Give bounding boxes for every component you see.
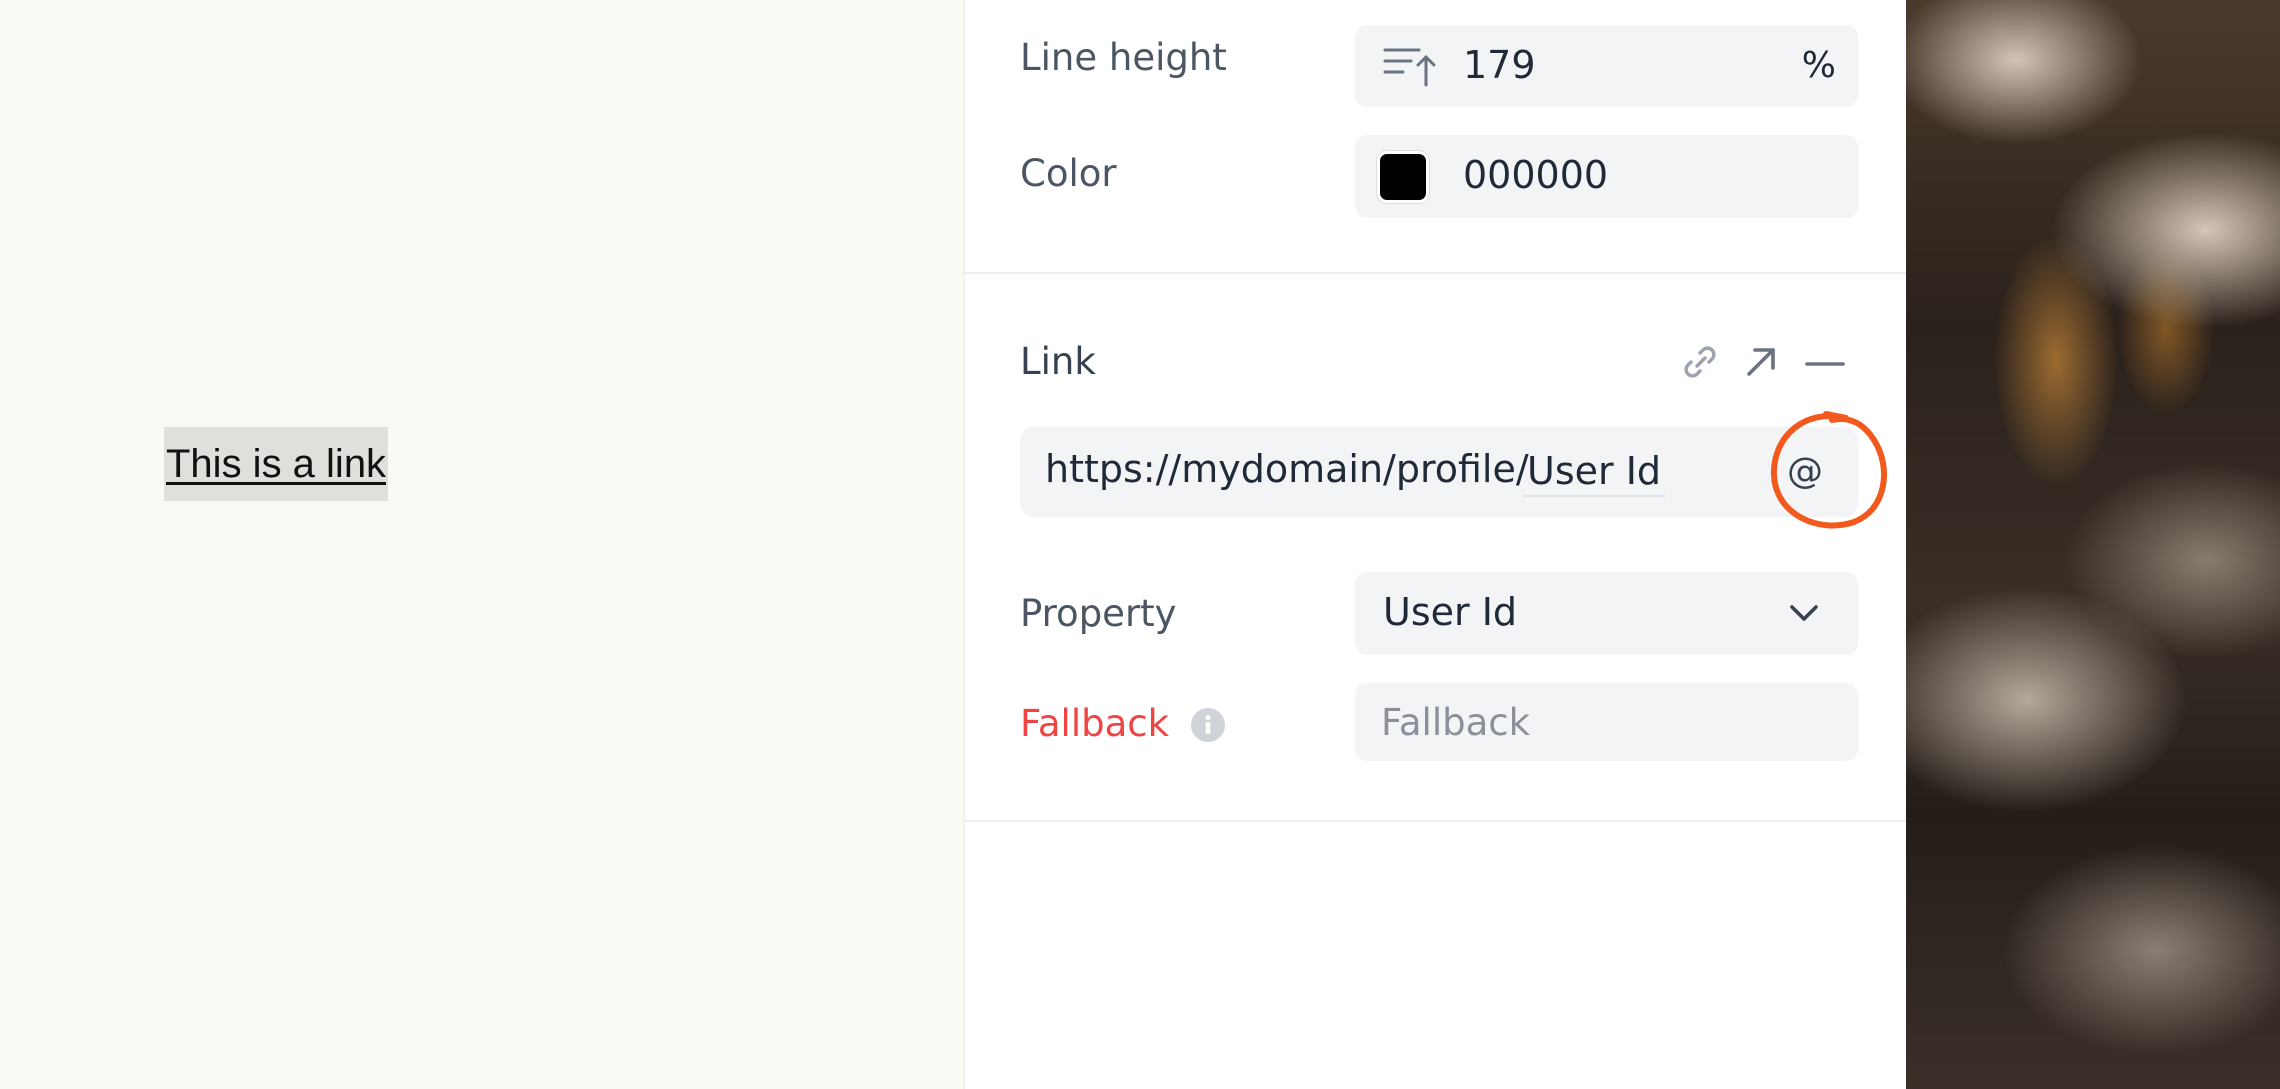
- property-label: Property: [1020, 592, 1177, 635]
- color-label: Color: [1020, 152, 1117, 195]
- line-height-value[interactable]: 179: [1463, 43, 1536, 87]
- property-selected-value: User Id: [1383, 590, 1518, 634]
- link-url-variable-token[interactable]: User Id: [1523, 447, 1666, 497]
- section-divider: [965, 820, 1907, 822]
- color-swatch[interactable]: [1377, 151, 1429, 203]
- info-icon[interactable]: [1190, 707, 1226, 743]
- link-url-input[interactable]: https://mydomain/profile/ User Id @: [1020, 427, 1858, 517]
- insert-variable-button[interactable]: @: [1773, 439, 1837, 505]
- link-section-title: Link: [1020, 340, 1096, 383]
- link-icon[interactable]: [1680, 340, 1720, 384]
- minus-icon[interactable]: [1805, 340, 1845, 384]
- line-height-unit: %: [1801, 45, 1836, 86]
- canvas-link-text[interactable]: This is a link: [164, 427, 389, 501]
- external-arrow-icon[interactable]: [1741, 340, 1781, 384]
- line-height-icon: [1383, 48, 1436, 87]
- background-photo: [1906, 0, 2280, 1089]
- chevron-down-icon: [1790, 605, 1818, 621]
- property-select[interactable]: User Id: [1355, 572, 1858, 655]
- email-canvas: This is a link: [0, 0, 964, 1089]
- color-hex-value[interactable]: 000000: [1463, 153, 1608, 197]
- settings-panel: Line height 179 % Color 000000 Link http…: [964, 0, 1907, 1089]
- section-divider: [965, 272, 1907, 274]
- link-url-text[interactable]: https://mydomain/profile/: [1045, 447, 1529, 491]
- color-field[interactable]: 000000: [1355, 135, 1858, 218]
- fallback-label: Fallback: [1020, 702, 1170, 745]
- line-height-field[interactable]: 179 %: [1355, 25, 1858, 107]
- fallback-input[interactable]: [1355, 683, 1858, 761]
- line-height-label: Line height: [1020, 36, 1227, 79]
